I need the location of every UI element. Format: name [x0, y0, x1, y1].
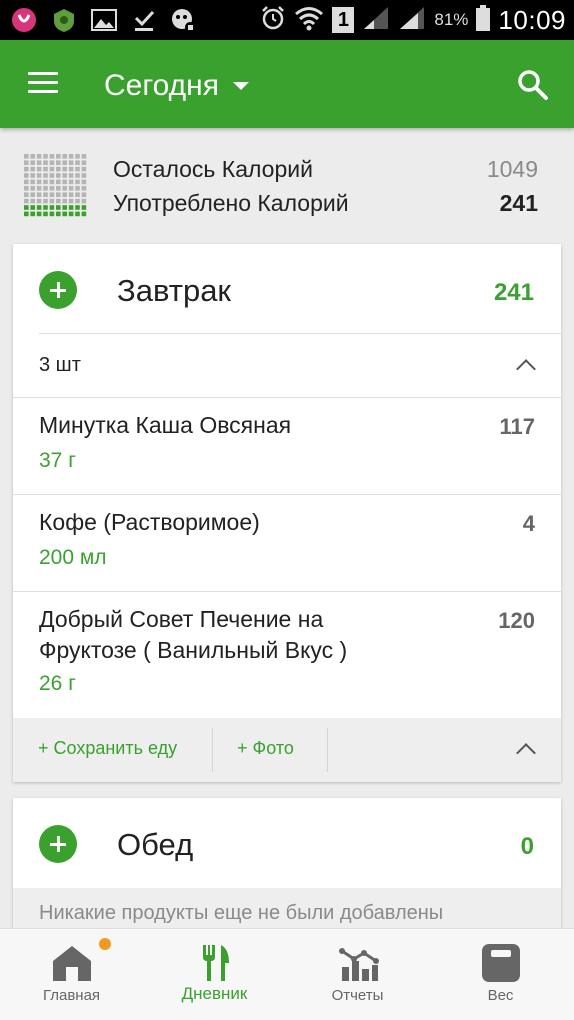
- chevron-up-icon[interactable]: [516, 359, 536, 379]
- consumed-calories-value: 241: [499, 190, 538, 216]
- chart-icon: [336, 941, 380, 985]
- remaining-calories-row: Осталось Калорий 1049: [113, 156, 538, 183]
- add-breakfast-icon[interactable]: [39, 271, 77, 309]
- search-icon[interactable]: [516, 68, 550, 102]
- sim-badge: 1: [332, 7, 355, 33]
- consumed-calories-row: Употреблено Калорий 241: [113, 190, 538, 217]
- add-photo-button[interactable]: + Фото: [237, 738, 294, 759]
- food-item[interactable]: Минутка Каша Овсяная 37 г 117: [13, 398, 561, 495]
- save-food-button[interactable]: + Сохранить еду: [38, 738, 177, 759]
- battery-percent: 81%: [434, 10, 469, 29]
- status-bar: 1 81% 10:09: [0, 0, 574, 40]
- notification-dot: [99, 938, 111, 950]
- meal-title: Обед: [117, 827, 194, 862]
- remaining-calories-value: 1049: [486, 156, 538, 182]
- scale-icon: [479, 941, 523, 985]
- signal-sim1-icon: [362, 5, 390, 36]
- breakfast-card: Завтрак 241 3 шт Минутка Каша Овсяная 37…: [13, 244, 561, 782]
- privacy-icon: [170, 6, 198, 34]
- lunch-header: Обед 0: [13, 798, 561, 888]
- date-label: Сегодня: [104, 69, 219, 102]
- nav-diary[interactable]: Дневник: [143, 929, 286, 1020]
- food-item[interactable]: Кофе (Растворимое) 200 мл 4: [13, 495, 561, 592]
- battery-icon: [476, 4, 491, 36]
- home-icon: [50, 941, 94, 985]
- nav-label: Вес: [487, 987, 514, 1004]
- alarm-icon: [260, 5, 286, 36]
- food-calories: 4: [522, 511, 535, 536]
- food-name: Кофе (Растворимое): [39, 509, 260, 535]
- nav-label: Дневник: [181, 984, 248, 1003]
- bottom-navigation: Главная Дневник Отчеты Вес: [0, 928, 574, 1020]
- meal-calories: 0: [520, 833, 534, 860]
- calorie-grid-icon: [24, 154, 88, 218]
- add-lunch-icon[interactable]: [39, 825, 77, 863]
- app-notification-icon: [10, 6, 38, 34]
- empty-message-text: Никакие продукты еще не были добавлены: [39, 902, 444, 924]
- food-quantity: 26 г: [39, 672, 76, 695]
- remaining-calories-label: Осталось Калорий: [113, 156, 313, 182]
- nav-label: Главная: [42, 987, 101, 1004]
- nav-home[interactable]: Главная: [0, 929, 143, 1020]
- footer-divider: [327, 728, 328, 772]
- food-quantity: 37 г: [39, 449, 76, 472]
- menu-icon[interactable]: [28, 72, 60, 96]
- items-count: 3 шт: [39, 354, 81, 376]
- breakfast-header: Завтрак 241: [13, 244, 561, 334]
- items-count-row[interactable]: 3 шт: [13, 334, 561, 398]
- calorie-summary: Осталось Калорий 1049 Употреблено Калори…: [0, 128, 574, 238]
- food-calories: 117: [499, 414, 536, 439]
- download-done-icon: [130, 6, 158, 34]
- consumed-calories-label: Употреблено Калорий: [113, 190, 349, 216]
- breakfast-footer: + Сохранить еду + Фото: [13, 718, 561, 782]
- food-quantity: 200 мл: [39, 546, 107, 569]
- cutlery-icon: [193, 941, 237, 985]
- nav-reports[interactable]: Отчеты: [286, 929, 429, 1020]
- date-selector[interactable]: Сегодня: [104, 66, 249, 106]
- app-toolbar: Сегодня: [0, 40, 574, 128]
- signal-sim2-icon: [398, 5, 426, 36]
- nav-label: Отчеты: [331, 987, 384, 1004]
- collapse-chevron-icon[interactable]: [516, 743, 536, 763]
- clock: 10:09: [498, 4, 566, 35]
- food-name: Добрый Совет Печение на Фруктозе ( Ванил…: [39, 606, 348, 663]
- dropdown-caret-icon: [232, 82, 249, 90]
- gallery-icon: [90, 6, 118, 34]
- food-calories: 120: [498, 608, 535, 633]
- footer-divider: [212, 728, 213, 772]
- lunch-card: Обед 0 Никакие продукты еще не были доба…: [13, 798, 561, 938]
- meal-calories: 241: [493, 279, 534, 306]
- shield-app-icon: [50, 6, 78, 34]
- wifi-icon: [294, 5, 324, 36]
- meal-title: Завтрак: [117, 273, 231, 308]
- food-item[interactable]: Добрый Совет Печение на Фруктозе ( Ванил…: [13, 592, 561, 718]
- food-name: Минутка Каша Овсяная: [39, 412, 292, 438]
- nav-weight[interactable]: Вес: [429, 929, 572, 1020]
